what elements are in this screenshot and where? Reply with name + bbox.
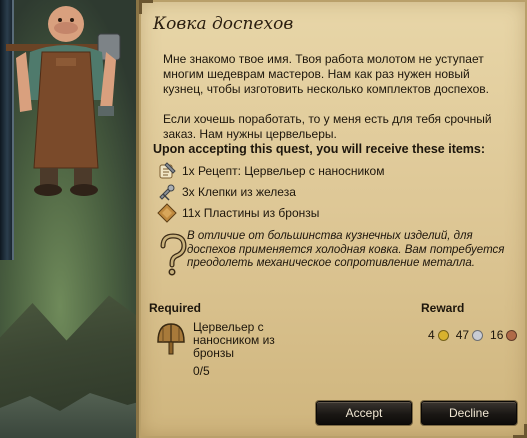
accept-button[interactable]: Accept [316,401,412,425]
panel-corner-ornament [513,424,527,438]
copper-amount: 16 [490,328,504,342]
quest-hint: В отличие от большинства кузнечных издел… [153,226,513,286]
receive-items-heading: Upon accepting this quest, you will rece… [153,142,486,156]
hint-text: В отличие от большинства кузнечных издел… [187,230,505,269]
decline-button[interactable]: Decline [421,401,517,425]
gold-amount: 4 [428,328,435,342]
quest-description: Мне знакомо твое имя. Твоя работа молото… [163,52,513,142]
copper-coin-icon [506,329,518,341]
item-label: 1x Рецепт: Цервельер с наносником [182,163,385,178]
required-heading: Required [149,301,202,315]
item-label: 3x Клепки из железа [182,184,296,199]
panel-corner-ornament [139,0,153,14]
list-item[interactable]: 3x Клепки из железа [157,181,384,202]
recipe-scroll-icon [159,161,176,178]
required-item-name: Цервельер с наносником из бронзы [193,320,275,360]
received-items-list: 1x Рецепт: Цервельер с наносником 3x Кле… [157,160,384,223]
description-paragraph: Если хочешь поработать, то у меня есть д… [163,112,492,141]
list-item[interactable]: 11x Пластины из бронзы [157,202,384,223]
cervelliere-helmet-icon [157,323,185,355]
reward-money: 4 47 16 [428,328,518,342]
blacksmith-npc-portrait [6,6,121,196]
silver-amount: 47 [455,328,470,342]
iron-rivets-icon [159,184,175,201]
silver-coin-icon [472,329,484,341]
description-paragraph: Мне знакомо твое имя. Твоя работа молото… [163,52,489,96]
quest-giver-scene [0,0,150,438]
reward-heading: Reward [421,301,465,315]
gold-coin-icon [437,329,449,341]
list-item[interactable]: 1x Рецепт: Цервельер с наносником [157,160,384,181]
required-item-progress: 0/5 [193,364,210,378]
quest-dialog: Ковка доспехов Мне знакомо твое имя. Тво… [136,0,527,438]
item-label: 11x Пластины из бронзы [182,205,320,220]
question-mark-icon [160,233,187,276]
quest-title: Ковка доспехов [153,14,294,34]
bronze-plates-icon [157,202,177,223]
